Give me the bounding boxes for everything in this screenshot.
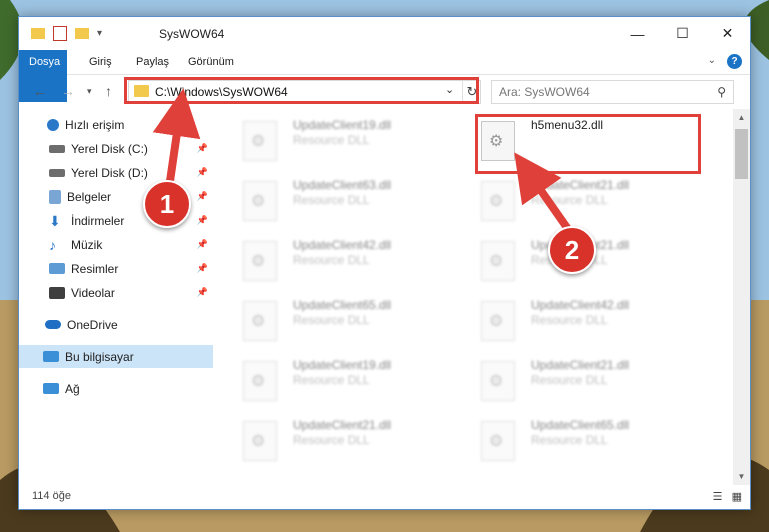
step-badge-2: 2 [548, 226, 596, 274]
annotation-arrows [152, 88, 574, 235]
arrow-2 [514, 152, 574, 235]
step-badge-1: 1 [143, 180, 191, 228]
